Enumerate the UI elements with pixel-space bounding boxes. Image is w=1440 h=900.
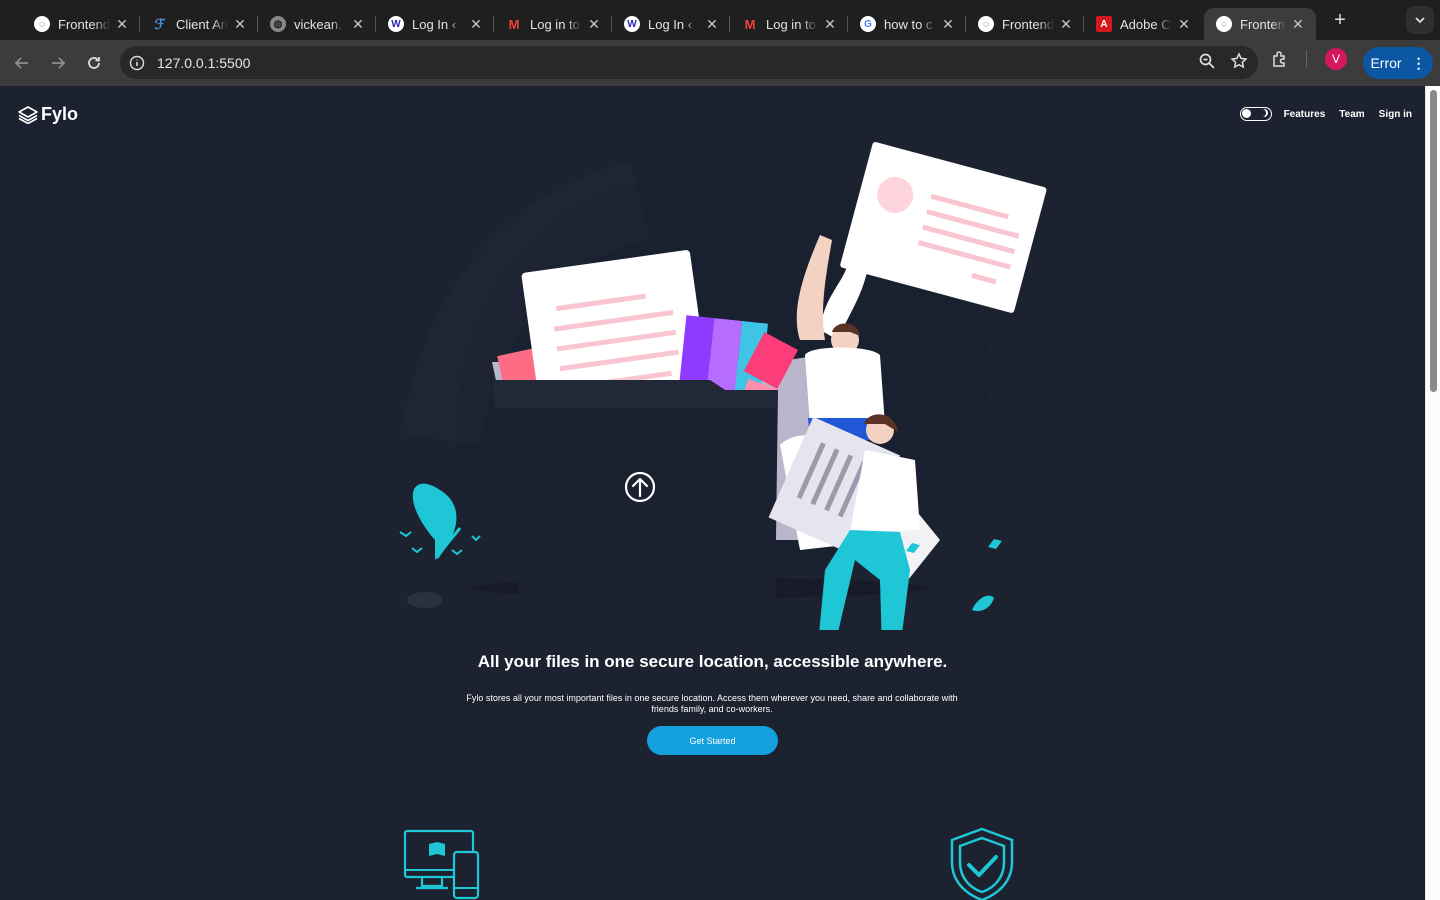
globe-icon: ◌ — [1216, 16, 1232, 32]
reload-button[interactable] — [76, 45, 112, 81]
bookmark-star-icon[interactable] — [1230, 52, 1248, 70]
back-button[interactable] — [4, 45, 40, 81]
page-viewport: Fylo Features Team Sign in All your file… — [0, 86, 1425, 900]
forward-button[interactable] — [40, 45, 76, 81]
error-label: Error — [1370, 55, 1402, 71]
profile-avatar[interactable]: V — [1325, 48, 1347, 70]
adobe-icon: A — [1096, 16, 1112, 32]
close-icon[interactable]: ✕ — [1176, 16, 1192, 33]
close-icon[interactable]: ✕ — [232, 16, 248, 33]
scrollbar-thumb[interactable] — [1430, 90, 1437, 392]
hero-illustration — [399, 142, 1047, 630]
close-icon[interactable]: ✕ — [940, 16, 956, 33]
zoom-icon[interactable] — [1198, 52, 1216, 70]
close-icon[interactable]: ✕ — [704, 16, 720, 33]
toggle-knob — [1241, 109, 1251, 118]
gmail-icon: M — [744, 16, 756, 32]
wordpress-icon: W — [624, 16, 640, 32]
chevron-down-icon — [1415, 17, 1425, 24]
devices-icon — [403, 829, 480, 900]
layers-icon — [18, 105, 38, 124]
get-started-button[interactable]: Get Started — [647, 726, 778, 755]
moon-icon — [1260, 109, 1268, 117]
extensions-puzzle-icon[interactable] — [1270, 49, 1290, 69]
arrow-right-icon — [52, 57, 66, 69]
tab-5[interactable]: W Log In ‹ ✕ — [612, 8, 730, 40]
tab-title: Adobe C — [1120, 16, 1171, 32]
globe-icon: ◌ — [34, 16, 50, 32]
close-icon[interactable]: ✕ — [468, 16, 484, 33]
close-icon[interactable]: ✕ — [350, 16, 366, 33]
url-text[interactable]: 127.0.0.1:5500 — [157, 55, 250, 71]
hero-subtext: Fylo stores all your most important file… — [466, 693, 958, 714]
wordpress-icon: W — [388, 16, 404, 32]
close-icon[interactable]: ✕ — [822, 16, 838, 33]
more-vert-icon: ⋮ — [1411, 55, 1426, 71]
tab-9[interactable]: A Adobe C ✕ — [1084, 8, 1202, 40]
tab-10-active[interactable]: ◌ Frontend ✕ — [1204, 8, 1316, 40]
theme-toggle[interactable] — [1239, 107, 1272, 121]
tab-title: how to c — [884, 16, 933, 32]
tab-title: Client Area — [176, 16, 228, 32]
close-icon[interactable]: ✕ — [1058, 16, 1074, 33]
gmail-icon: M — [508, 16, 520, 32]
tab-4[interactable]: M Log in to ✕ — [494, 8, 612, 40]
nav-features[interactable]: Features — [1284, 109, 1326, 120]
close-icon[interactable]: ✕ — [114, 16, 130, 33]
tab-6[interactable]: M Log in to ✕ — [730, 8, 848, 40]
globe-icon: ◍ — [270, 16, 286, 32]
tab-strip: ◌ Frontend Mentor ✕ ℱ Client Area ✕ ◍ vi… — [0, 0, 1440, 40]
tab-1[interactable]: ℱ Client Area ✕ — [140, 8, 258, 40]
tab-title: Log in to — [766, 16, 816, 32]
close-icon[interactable]: ✕ — [1290, 16, 1306, 33]
page-scrollbar[interactable] — [1425, 86, 1440, 900]
toolbar-divider — [1306, 50, 1307, 68]
tab-2[interactable]: ◍ vickean. ✕ — [258, 8, 376, 40]
main-nav: Features Team Sign in — [1239, 107, 1425, 121]
client-area-icon: ℱ — [154, 15, 166, 32]
tab-3[interactable]: W Log In ‹ ✕ — [376, 8, 494, 40]
tab-title: Frontend Mentor — [58, 16, 110, 32]
nav-team[interactable]: Team — [1339, 109, 1364, 120]
tab-0[interactable]: ◌ Frontend Mentor ✕ — [22, 8, 140, 40]
hero-headline: All your files in one secure location, a… — [477, 652, 948, 671]
error-button[interactable]: Error ⋮ — [1363, 47, 1433, 79]
browser-toolbar: 127.0.0.1:5500 V — [0, 40, 1440, 86]
tab-title: Log In ‹ — [648, 16, 693, 32]
nav-sign-in[interactable]: Sign in — [1379, 109, 1412, 120]
google-icon: G — [860, 16, 876, 32]
tab-title: Log In ‹ — [412, 16, 457, 32]
address-bar[interactable]: 127.0.0.1:5500 — [120, 46, 1258, 79]
fylo-logo[interactable]: Fylo — [18, 104, 78, 125]
globe-icon: ◌ — [978, 16, 994, 32]
tab-title: Frontend — [1002, 16, 1054, 32]
site-info-icon[interactable] — [126, 52, 148, 74]
tab-search-button[interactable] — [1406, 6, 1434, 34]
reload-icon — [88, 57, 100, 69]
toolbar-right: V — [1270, 48, 1347, 70]
tab-title: Frontend — [1240, 16, 1286, 32]
logo-text: Fylo — [41, 104, 79, 124]
arrow-left-icon — [14, 57, 28, 69]
new-tab-button[interactable]: + — [1328, 9, 1352, 32]
tab-7[interactable]: G how to c ✕ — [848, 8, 966, 40]
tab-8[interactable]: ◌ Frontend ✕ — [966, 8, 1084, 40]
tab-title: Log in to — [530, 16, 580, 32]
close-icon[interactable]: ✕ — [586, 16, 602, 33]
tab-title: vickean. — [294, 16, 342, 32]
shield-check-icon — [950, 827, 1014, 900]
